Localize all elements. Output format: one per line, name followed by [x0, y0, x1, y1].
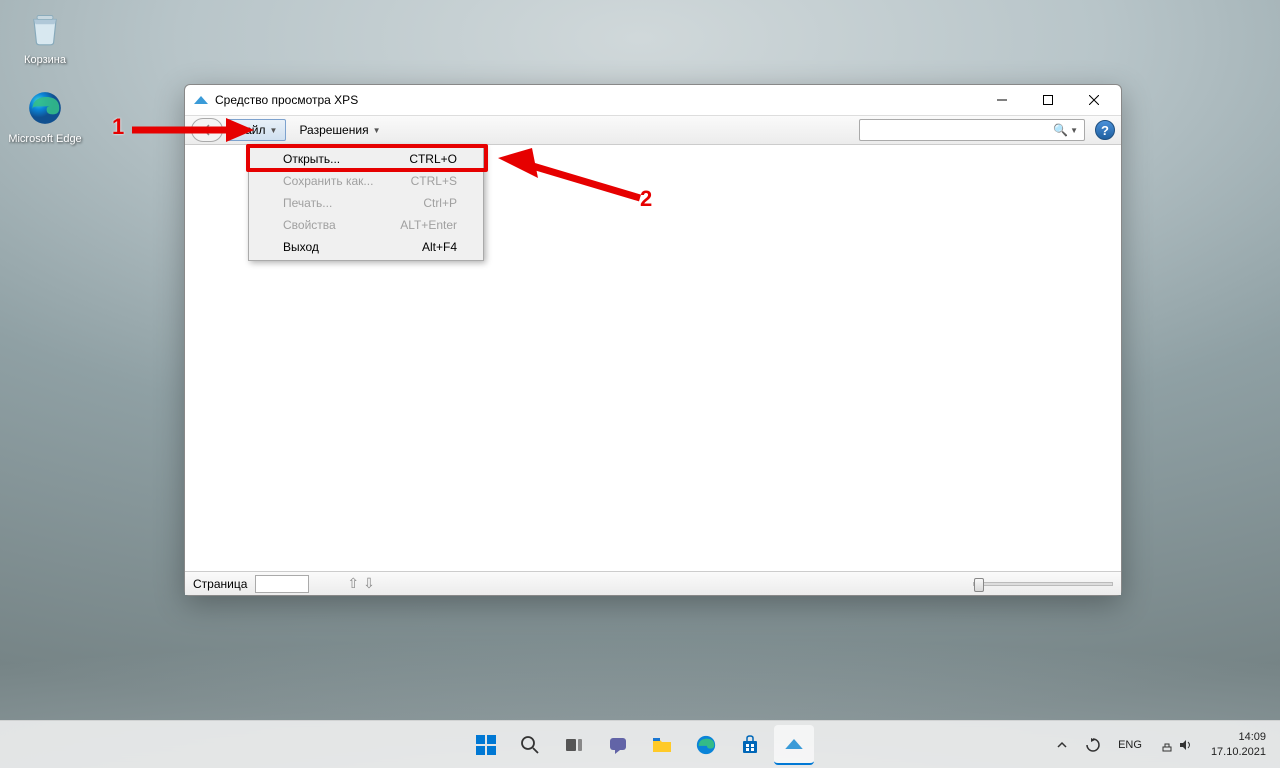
tray-chevron[interactable] [1051, 737, 1073, 753]
tray-clock[interactable]: 14:09 17.10.2021 [1205, 730, 1272, 759]
permissions-menu-button[interactable]: Разрешения ▼ [290, 119, 389, 141]
back-button[interactable] [191, 118, 223, 142]
desktop-icon-edge[interactable]: Microsoft Edge [8, 87, 82, 146]
taskbar-chat[interactable] [598, 725, 638, 765]
app-icon [193, 92, 209, 108]
zoom-thumb[interactable] [974, 578, 984, 592]
tray-update-icon[interactable] [1081, 736, 1105, 754]
desktop-icon-label: Корзина [8, 54, 82, 67]
system-tray: ENG 14:09 17.10.2021 [1051, 730, 1272, 759]
desktop-icons: Корзина Microsoft Edge [8, 8, 82, 166]
menu-item-save-as: Сохранить как... CTRL+S [251, 170, 481, 192]
taskbar-xps-viewer[interactable] [774, 725, 814, 765]
tray-date: 17.10.2021 [1211, 745, 1266, 759]
menu-item-properties: Свойства ALT+Enter [251, 214, 481, 236]
start-button[interactable] [466, 725, 506, 765]
menu-item-label: Выход [283, 240, 319, 254]
menu-item-shortcut: Ctrl+P [423, 196, 457, 210]
tray-network-sound[interactable] [1155, 736, 1197, 754]
file-menu-button[interactable]: Файл ▼ [227, 119, 286, 141]
menu-item-shortcut: CTRL+O [409, 152, 457, 166]
page-up-button[interactable]: ⇧ [347, 575, 359, 592]
menu-item-label: Сохранить как... [283, 174, 373, 188]
search-icon: 🔍 [1053, 123, 1068, 137]
minimize-button[interactable] [979, 86, 1025, 114]
edge-icon [24, 87, 66, 129]
close-button[interactable] [1071, 86, 1117, 114]
window-controls [979, 86, 1117, 114]
chevron-down-icon: ▼ [373, 126, 381, 135]
page-down-button[interactable]: ⇩ [363, 575, 375, 592]
menu-item-open[interactable]: Открыть... CTRL+O [251, 148, 481, 170]
menu-item-shortcut: ALT+Enter [400, 218, 457, 232]
menu-item-exit[interactable]: Выход Alt+F4 [251, 236, 481, 258]
menu-item-shortcut: CTRL+S [411, 174, 457, 188]
taskbar-store[interactable] [730, 725, 770, 765]
page-label: Страница [193, 577, 247, 591]
tray-language[interactable]: ENG [1113, 737, 1147, 753]
page-number-input[interactable] [255, 575, 309, 593]
chevron-down-icon: ▼ [1070, 126, 1078, 135]
titlebar[interactable]: Средство просмотра XPS [185, 85, 1121, 115]
menu-label: Файл [236, 123, 266, 137]
taskbar-taskview[interactable] [554, 725, 594, 765]
recycle-bin-icon [24, 8, 66, 50]
window-title: Средство просмотра XPS [215, 93, 358, 107]
desktop-icon-recycle-bin[interactable]: Корзина [8, 8, 82, 67]
menu-item-label: Свойства [283, 218, 336, 232]
desktop-icon-label: Microsoft Edge [8, 133, 82, 146]
menu-item-label: Открыть... [283, 152, 340, 166]
zoom-slider[interactable] [973, 582, 1113, 586]
tray-time: 14:09 [1211, 730, 1266, 744]
help-button[interactable]: ? [1095, 120, 1115, 140]
statusbar: Страница ⇧ ⇩ [185, 571, 1121, 595]
menu-item-shortcut: Alt+F4 [422, 240, 457, 254]
taskbar: ENG 14:09 17.10.2021 [0, 720, 1280, 768]
maximize-button[interactable] [1025, 86, 1071, 114]
taskbar-edge[interactable] [686, 725, 726, 765]
taskbar-search[interactable] [510, 725, 550, 765]
toolbar: Файл ▼ Разрешения ▼ 🔍 ▼ ? [185, 115, 1121, 145]
menu-item-label: Печать... [283, 196, 332, 210]
taskbar-explorer[interactable] [642, 725, 682, 765]
menu-label: Разрешения [299, 123, 368, 137]
chevron-down-icon: ▼ [270, 126, 278, 135]
menu-item-print: Печать... Ctrl+P [251, 192, 481, 214]
taskbar-center [466, 725, 814, 765]
search-input[interactable]: 🔍 ▼ [859, 119, 1085, 141]
file-dropdown: Открыть... CTRL+O Сохранить как... CTRL+… [248, 145, 484, 261]
